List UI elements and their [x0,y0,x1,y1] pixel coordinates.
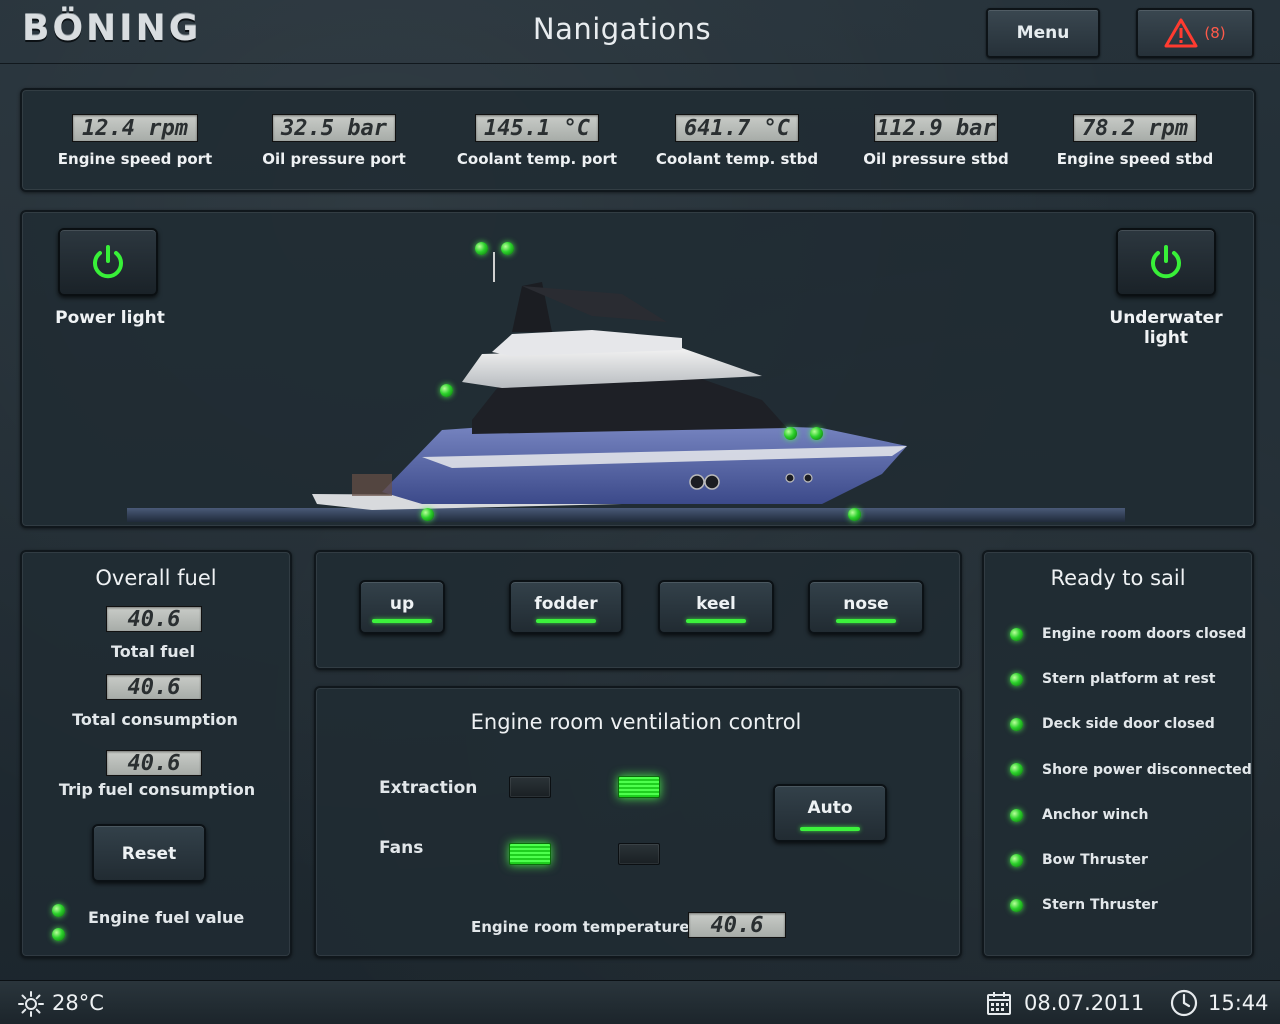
trip-fuel-value: 40.6 [106,750,202,776]
fans-off-toggle[interactable] [618,843,660,865]
fodder-button-label: fodder [534,594,598,614]
engine-room-temp-label: Engine room temperature [471,918,690,936]
ready-item-engine-room-doors: Engine room doors closed [1042,626,1247,642]
auto-button[interactable]: Auto [773,784,887,842]
status-led [848,508,861,521]
status-led [1010,763,1023,776]
gauge-coolant-temp-port: 145.1 °C Coolant temp. port [437,114,637,168]
gauge-oil-pressure-stbd: 112.9 bar Oil pressure stbd [836,114,1036,168]
gauge-label: Engine speed stbd [1056,150,1214,168]
ready-item-shore-power: Shore power disconnected [1042,762,1252,778]
ready-item-stern-platform: Stern platform at rest [1042,671,1216,687]
extraction-off-toggle[interactable] [509,776,551,798]
total-fuel-label: Total fuel [111,642,195,661]
status-led [1010,854,1023,867]
total-consumption-label: Total consumption [72,710,238,729]
nose-button[interactable]: nose [808,580,924,634]
page-title: Nanigations [532,12,712,46]
trip-fuel-label: Trip fuel consumption [58,780,256,799]
active-indicator [536,619,596,623]
ready-item-stern-thruster: Stern Thruster [1042,897,1158,913]
gauge-value: 78.2 rpm [1073,114,1197,142]
gauge-value: 641.7 °C [675,114,799,142]
engine-room-temp-value: 40.6 [688,912,786,938]
brand-logo: BÖNING [22,8,202,49]
engine-gauges-panel: 12.4 rpm Engine speed port 32.5 bar Oil … [20,88,1256,192]
gauge-engine-speed-stbd: 78.2 rpm Engine speed stbd [1035,114,1235,168]
keel-button-label: keel [696,594,736,614]
engine-fuel-label: Engine fuel value [88,908,245,927]
status-bar: 28°C 08.07.2011 15:44 [0,980,1280,1024]
keel-button[interactable]: keel [658,580,774,634]
status-led [52,928,65,941]
total-fuel-value: 40.6 [106,606,202,632]
total-consumption-value: 40.6 [106,674,202,700]
status-led [784,427,797,440]
status-led [52,904,65,917]
gauge-label: Engine speed port [57,150,213,168]
ready-item-deck-side-door: Deck side door closed [1042,716,1215,732]
gauge-engine-speed-port: 12.4 rpm Engine speed port [35,114,235,168]
gauge-coolant-temp-stbd: 641.7 °C Coolant temp. stbd [637,114,837,168]
yacht-overview-panel: Power light Underwater light [20,210,1256,528]
current-date: 08.07.2011 [1024,991,1145,1015]
gauge-label: Oil pressure stbd [863,150,1009,168]
gauge-value: 112.9 bar [874,114,998,142]
ready-item-anchor-winch: Anchor winch [1042,807,1149,823]
yacht-image [127,252,1125,522]
fans-on-toggle[interactable] [509,843,551,865]
active-indicator [800,827,860,831]
gauge-value: 12.4 rpm [72,114,198,142]
active-indicator [372,619,432,623]
calendar-icon [987,992,1011,1015]
gauge-label: Oil pressure port [262,150,406,168]
auto-button-label: Auto [807,798,853,818]
ready-to-sail-panel: Ready to sail Engine room doors closed S… [982,550,1254,958]
status-led [501,242,514,255]
status-led [1010,673,1023,686]
status-led [1010,718,1023,731]
overall-fuel-panel: Overall fuel 40.6 Total fuel 40.6 Total … [20,550,292,958]
fans-label: Fans [379,838,424,858]
ventilation-control-panel: Engine room ventilation control Extracti… [314,686,962,958]
status-led [421,508,434,521]
gauge-label: Coolant temp. stbd [655,150,819,168]
clock-icon [1170,989,1198,1017]
up-button-label: up [389,594,415,614]
alert-count-badge: (8) [1204,24,1226,42]
warning-icon [1164,18,1198,48]
active-indicator [686,619,746,623]
fodder-button[interactable]: fodder [509,580,623,634]
fuel-panel-title: Overall fuel [95,566,217,590]
status-led [1010,628,1023,641]
up-button[interactable]: up [359,580,445,634]
status-led [475,242,488,255]
gauge-label: Coolant temp. port [456,150,618,168]
alerts-button[interactable]: (8) [1136,8,1254,58]
reset-button[interactable]: Reset [92,824,206,882]
sun-icon [18,991,44,1017]
ready-panel-title: Ready to sail [1050,566,1186,590]
status-led [1010,899,1023,912]
status-led [810,427,823,440]
outside-temperature: 28°C [52,991,104,1015]
current-time: 15:44 [1208,991,1269,1015]
header-bar: BÖNING Nanigations Menu (8) [0,0,1280,64]
extraction-on-toggle[interactable] [618,776,660,798]
active-indicator [836,619,896,623]
extraction-label: Extraction [379,778,478,798]
power-icon [1151,245,1181,279]
ventilation-title: Engine room ventilation control [470,710,802,734]
platform-controls-panel: up fodder keel nose [314,550,962,670]
status-led [1010,809,1023,822]
status-led [440,384,453,397]
gauge-value: 145.1 °C [475,114,599,142]
menu-button[interactable]: Menu [986,8,1100,58]
ready-item-bow-thruster: Bow Thruster [1042,852,1148,868]
gauge-value: 32.5 bar [272,114,396,142]
gauge-oil-pressure-port: 32.5 bar Oil pressure port [234,114,434,168]
nose-button-label: nose [843,594,889,614]
